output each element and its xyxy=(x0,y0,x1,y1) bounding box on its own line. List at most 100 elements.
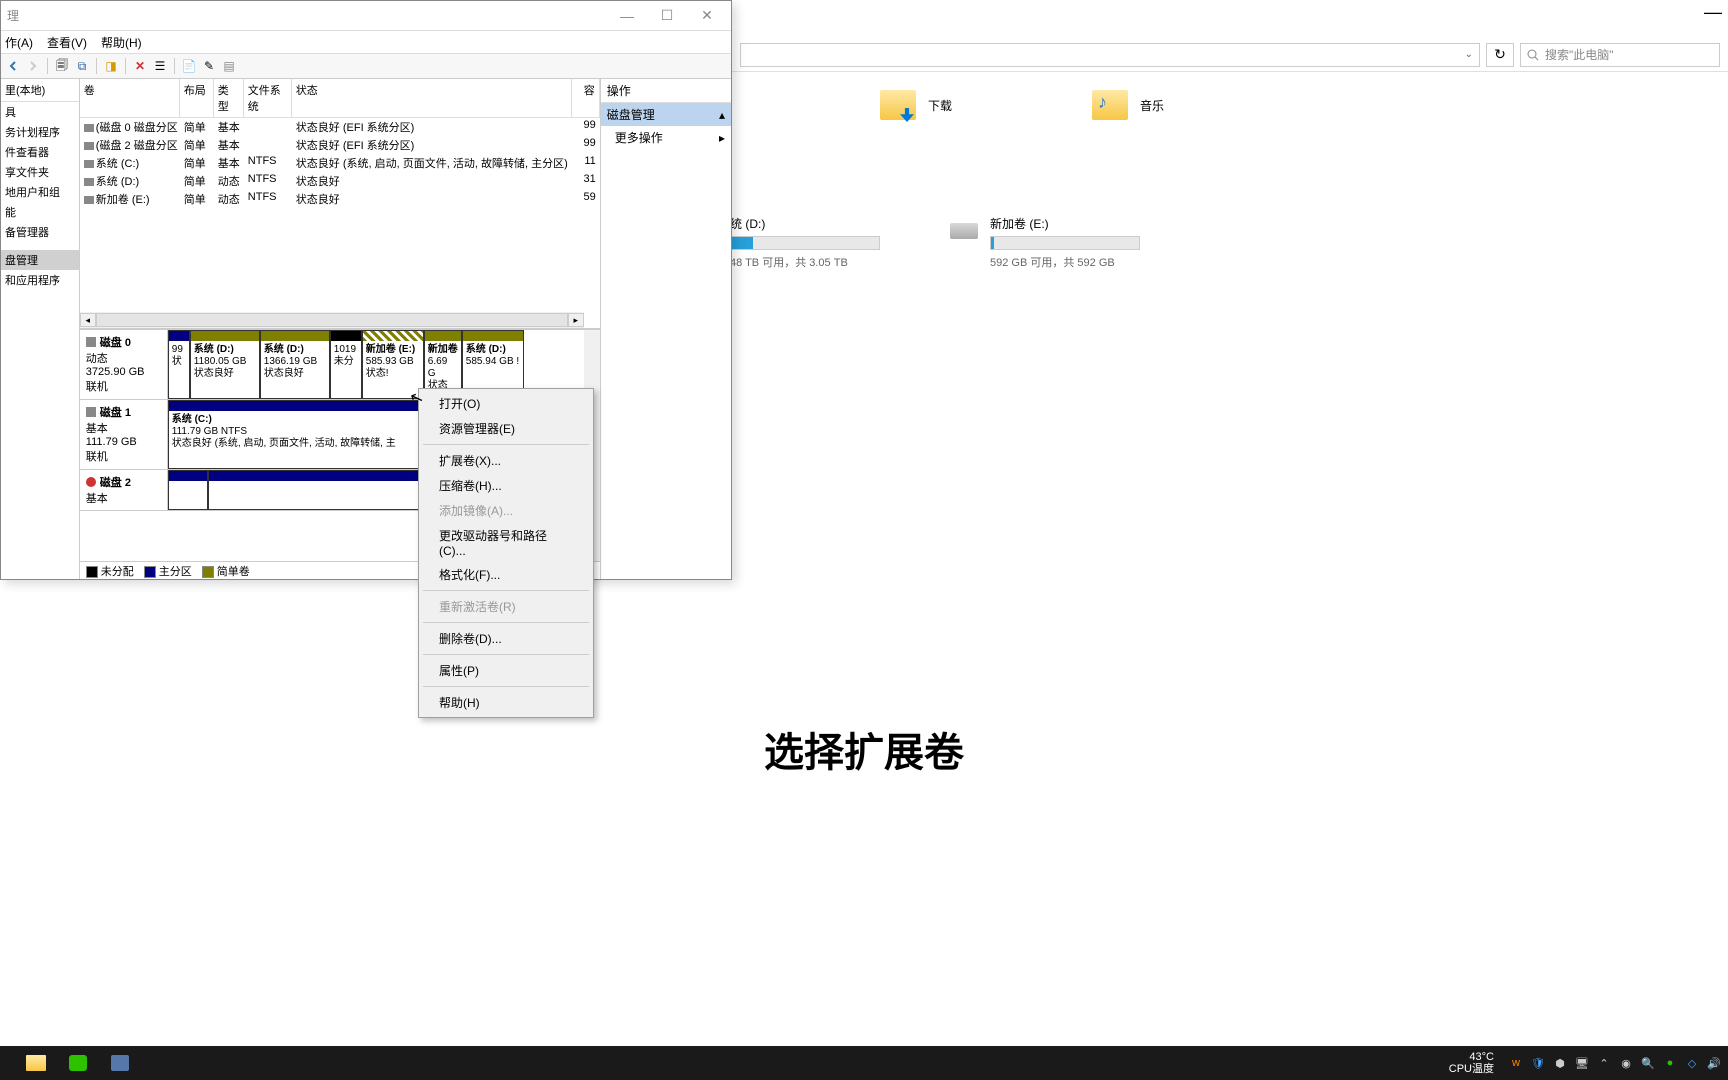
chevron-down-icon[interactable]: ⌄ xyxy=(1465,49,1473,60)
nav-item[interactable]: 地用户和组 xyxy=(1,182,79,202)
table-row[interactable]: 新加卷 (E:)简单动态NTFS状态良好59 xyxy=(80,190,600,208)
nav-item-disk-management[interactable]: 盘管理 xyxy=(1,250,79,270)
tray-icon[interactable]: ⬢ xyxy=(1552,1055,1568,1071)
taskbar-app[interactable] xyxy=(102,1048,138,1078)
ctx-explore[interactable]: 资源管理器(E) xyxy=(421,416,591,441)
refresh-icon[interactable]: ⧉ xyxy=(74,58,90,74)
ctx-shrink-volume[interactable]: 压缩卷(H)... xyxy=(421,473,591,498)
maximize-button[interactable]: ☐ xyxy=(647,4,687,28)
ctx-properties[interactable]: 属性(P) xyxy=(421,658,591,683)
nav-item[interactable]: 件查看器 xyxy=(1,142,79,162)
close-button[interactable]: ✕ xyxy=(687,4,727,28)
delete-icon[interactable]: ✕ xyxy=(132,58,148,74)
titlebar[interactable]: 理 — ☐ ✕ xyxy=(1,1,731,31)
tray-icon[interactable]: 🖥 xyxy=(1574,1055,1590,1071)
col-fs[interactable]: 文件系统 xyxy=(244,79,292,117)
folder-music[interactable]: 音乐 xyxy=(1092,90,1164,120)
submenu-icon: ▸ xyxy=(719,131,725,145)
search-input[interactable]: 搜索"此电脑" xyxy=(1520,43,1720,67)
drive-usage-bar xyxy=(990,236,1140,250)
list-icon[interactable]: ▤ xyxy=(221,58,237,74)
back-icon[interactable] xyxy=(5,58,21,74)
tray-icon[interactable]: w xyxy=(1508,1055,1524,1071)
refresh-button[interactable]: ↻ xyxy=(1486,43,1514,67)
tray-shield-icon[interactable]: ◇ xyxy=(1684,1055,1700,1071)
actions-row[interactable]: 磁盘管理▴ xyxy=(601,103,731,126)
tray-shield-icon[interactable]: 🛡 xyxy=(1530,1055,1546,1071)
forward-icon[interactable] xyxy=(25,58,41,74)
actions-more[interactable]: 更多操作▸ xyxy=(601,126,731,149)
col-volume[interactable]: 卷 xyxy=(80,79,180,117)
folder-icon xyxy=(880,90,916,120)
partition[interactable]: 系统 (D:)1366.19 GB状态良好 xyxy=(260,330,330,399)
menu-view[interactable]: 查看(V) xyxy=(47,34,87,51)
drive-usage-bar xyxy=(730,236,880,250)
actions-header: 操作 xyxy=(601,79,731,103)
col-capacity[interactable]: 容 xyxy=(572,79,600,117)
taskbar-explorer[interactable] xyxy=(18,1048,54,1078)
legend-unallocated: 未分配 xyxy=(86,563,134,579)
nav-item[interactable]: 能 xyxy=(1,202,79,222)
taskbar: 43°C CPU温度 w 🛡 ⬢ 🖥 ⌃ ◉ 🔍 ● ◇ 🔊 xyxy=(0,1046,1728,1080)
nav-item[interactable]: 享文件夹 xyxy=(1,162,79,182)
ctx-help[interactable]: 帮助(H) xyxy=(421,690,591,715)
instruction-caption: 选择扩展卷 xyxy=(764,720,964,778)
edit-icon[interactable]: ✎ xyxy=(201,58,217,74)
table-row[interactable]: (磁盘 2 磁盘分区 1)简单基本状态良好 (EFI 系统分区)99 xyxy=(80,136,600,154)
search-placeholder: 搜索"此电脑" xyxy=(1545,46,1614,63)
context-menu: 打开(O) 资源管理器(E) 扩展卷(X)... 压缩卷(H)... 添加镜像(… xyxy=(418,388,594,718)
partition[interactable]: 1019未分 xyxy=(330,330,362,399)
address-bar[interactable]: ⌄ xyxy=(740,43,1480,67)
table-row[interactable]: 系统 (D:)简单动态NTFS状态良好31 xyxy=(80,172,600,190)
new-icon[interactable]: 📄 xyxy=(181,58,197,74)
menu-action[interactable]: 作(A) xyxy=(5,34,33,51)
nav-item[interactable]: 务计划程序 xyxy=(1,122,79,142)
table-row[interactable]: (磁盘 0 磁盘分区 1)简单基本状态良好 (EFI 系统分区)99 xyxy=(80,118,600,136)
ctx-open[interactable]: 打开(O) xyxy=(421,391,591,416)
drive-e[interactable]: 新加卷 (E:) 592 GB 可用，共 592 GB xyxy=(990,215,1190,270)
folder-downloads[interactable]: 下载 xyxy=(880,90,952,120)
table-row[interactable]: 系统 (C:)简单基本NTFS状态良好 (系统, 启动, 页面文件, 活动, 故… xyxy=(80,154,600,172)
drive-label: 新加卷 (E:) xyxy=(990,215,1190,232)
collapse-icon[interactable]: ▴ xyxy=(719,108,725,122)
actions-pane: 操作 磁盘管理▴ 更多操作▸ xyxy=(600,79,731,579)
nav-item[interactable]: 具 xyxy=(1,102,79,122)
legend-primary: 主分区 xyxy=(144,563,192,579)
tray-icon[interactable]: ◉ xyxy=(1618,1055,1634,1071)
ctx-change-letter[interactable]: 更改驱动器号和路径(C)... xyxy=(421,523,591,562)
ctx-delete-volume[interactable]: 删除卷(D)... xyxy=(421,626,591,651)
toolbar: 🗐 ⧉ ◨ ✕ ☰ 📄 ✎ ▤ xyxy=(1,53,731,79)
search-icon xyxy=(1527,49,1539,61)
partition[interactable]: 系统 (D:)1180.05 GB状态良好 xyxy=(190,330,260,399)
drive-info: 592 GB 可用，共 592 GB xyxy=(990,254,1190,270)
tray-chevron-icon[interactable]: ⌃ xyxy=(1596,1055,1612,1071)
explorer-close-hint[interactable]: — xyxy=(1704,2,1722,23)
ctx-extend-volume[interactable]: 扩展卷(X)... xyxy=(421,448,591,473)
disk-label[interactable]: 磁盘 1 基本 111.79 GB 联机 xyxy=(80,400,168,469)
ctx-add-mirror: 添加镜像(A)... xyxy=(421,498,591,523)
cpu-temp[interactable]: 43°C CPU温度 xyxy=(1449,1051,1494,1075)
properties-icon[interactable]: ☰ xyxy=(152,58,168,74)
col-status[interactable]: 状态 xyxy=(292,79,572,117)
partition[interactable]: 99状 xyxy=(168,330,190,399)
tray-wechat-icon[interactable]: ● xyxy=(1662,1055,1678,1071)
col-layout[interactable]: 布局 xyxy=(180,79,214,117)
disk-label[interactable]: 磁盘 0 动态 3725.90 GB 联机 xyxy=(80,330,168,399)
tray-search-icon[interactable]: 🔍 xyxy=(1640,1055,1656,1071)
nav-header: 里(本地) xyxy=(1,79,79,102)
ctx-format[interactable]: 格式化(F)... xyxy=(421,562,591,587)
menu-help[interactable]: 帮助(H) xyxy=(101,34,142,51)
taskbar-wechat[interactable] xyxy=(60,1048,96,1078)
tray-volume-icon[interactable]: 🔊 xyxy=(1706,1055,1722,1071)
up-icon[interactable]: 🗐 xyxy=(54,58,70,74)
nav-item[interactable]: 和应用程序 xyxy=(1,270,79,290)
disk-label[interactable]: 磁盘 2 基本 xyxy=(80,470,168,510)
nav-item[interactable]: 备管理器 xyxy=(1,222,79,242)
drive-d[interactable]: 统 (D:) 48 TB 可用，共 3.05 TB xyxy=(730,215,930,270)
drive-info: 48 TB 可用，共 3.05 TB xyxy=(730,254,930,270)
horizontal-scrollbar[interactable]: ◂▸ xyxy=(80,312,584,328)
col-type[interactable]: 类型 xyxy=(214,79,244,117)
table-header[interactable]: 卷 布局 类型 文件系统 状态 容 xyxy=(80,79,600,118)
minimize-button[interactable]: — xyxy=(607,4,647,28)
tool-icon[interactable]: ◨ xyxy=(103,58,119,74)
